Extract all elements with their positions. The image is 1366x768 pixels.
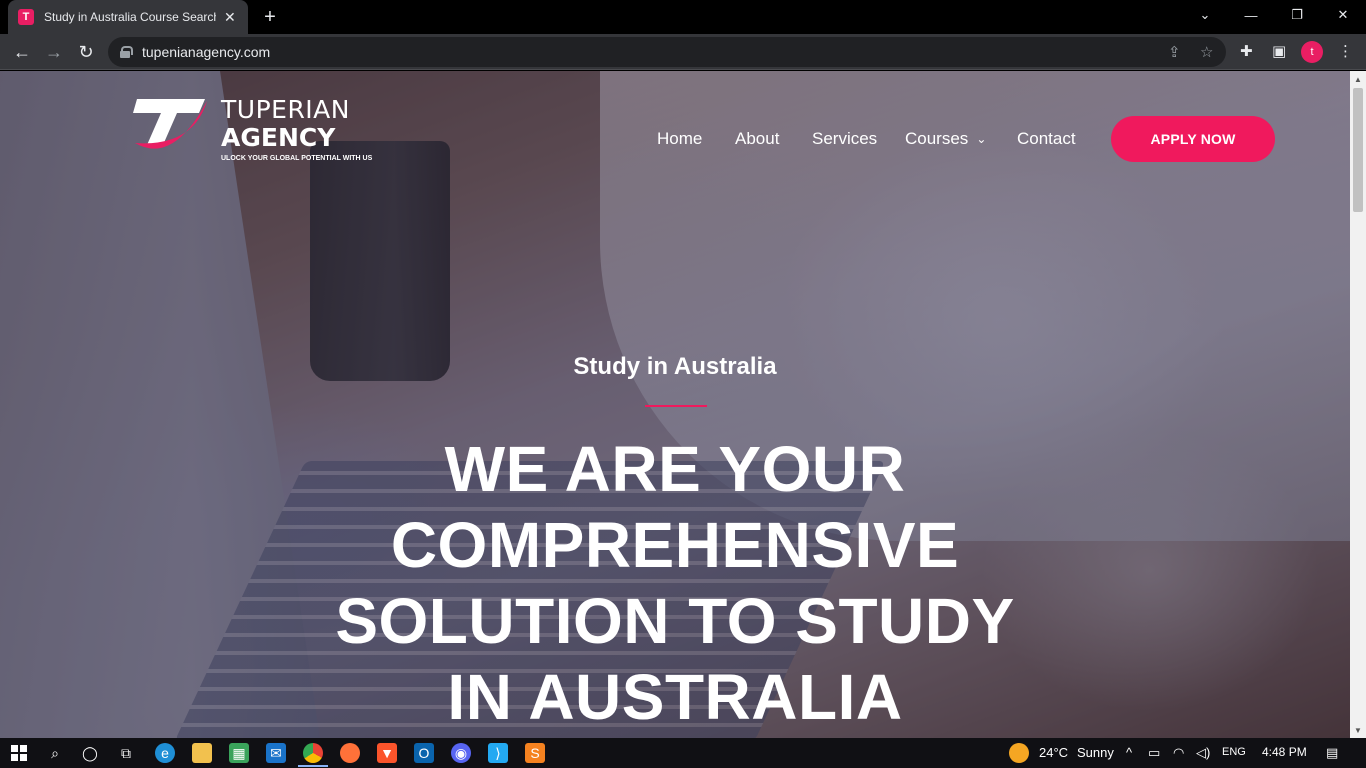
address-bar[interactable]: tupenianagency.com ⇪ ☆ (108, 37, 1226, 67)
chevron-down-icon[interactable]: ⌄ (976, 132, 986, 146)
tab-search-icon[interactable]: ⌄ (1182, 0, 1228, 30)
nav-contact-link[interactable]: Contact (1017, 129, 1076, 149)
weather-temperature[interactable]: 24°C (1039, 745, 1068, 760)
volume-icon[interactable]: ◁) (1196, 745, 1210, 761)
search-icon[interactable]: ⌕ (45, 743, 65, 763)
brave-browser-icon[interactable]: ▼ (377, 743, 397, 763)
tab-title: Study in Australia Course Search (44, 10, 216, 24)
url-text[interactable]: tupenianagency.com (142, 44, 270, 60)
share-icon[interactable]: ⇪ (1168, 43, 1181, 61)
side-panel-icon[interactable]: ▣ (1272, 42, 1286, 60)
scrollbar-thumb[interactable] (1353, 88, 1363, 212)
hero-headline-line2: COMPREHENSIVE (390, 509, 960, 581)
menu-kebab-icon[interactable]: ⋮ (1338, 42, 1353, 60)
nav-contact[interactable]: Contact (1017, 129, 1076, 149)
mail-icon[interactable]: ✉ (266, 743, 286, 763)
nav-about-link[interactable]: About (735, 129, 779, 149)
chrome-active-indicator (298, 765, 328, 767)
nav-about[interactable]: About (735, 129, 779, 149)
page-scrollbar[interactable]: ▲ ▼ (1350, 71, 1366, 738)
logo-name-line1: TUPERIAN (221, 95, 350, 124)
nav-courses[interactable]: Courses ⌄ (905, 129, 986, 149)
windows-taskbar: ⌕ ◯ ⧉ e ▦ ✉ ▼ O ◉ ⟩ S 24°C Sunny ^ ▭ ◠ ◁… (0, 738, 1366, 768)
hero-headline-line4: IN AUSTRALIA (447, 661, 903, 733)
logo-mark-icon (133, 99, 207, 149)
hero-headline-line3: SOLUTION TO STUDY (335, 585, 1015, 657)
weather-sun-icon[interactable] (1009, 743, 1029, 763)
vscode-icon[interactable]: ⟩ (488, 743, 508, 763)
firefox-icon[interactable] (340, 743, 360, 763)
scroll-down-arrow-icon[interactable]: ▼ (1350, 722, 1366, 738)
sublime-text-icon[interactable]: S (525, 743, 545, 763)
edge-browser-icon[interactable]: e (155, 743, 175, 763)
hero-headline-line1: WE ARE YOUR (444, 433, 906, 505)
battery-icon[interactable]: ▭ (1148, 745, 1160, 761)
site-logo[interactable]: TUPERIAN AGENCY ULOCK YOUR GLOBAL POTENT… (133, 95, 373, 165)
nav-home-link[interactable]: Home (657, 129, 702, 149)
weather-condition[interactable]: Sunny (1077, 745, 1114, 760)
file-explorer-icon[interactable] (192, 743, 212, 763)
chrome-icon[interactable] (303, 743, 323, 763)
notification-center-icon[interactable]: ▤ (1326, 745, 1338, 761)
microsoft-store-icon[interactable]: ▦ (229, 743, 249, 763)
language-indicator[interactable]: ENG (1222, 746, 1246, 758)
hero-subtitle: Study in Australia (573, 353, 777, 380)
browser-tab-bar: T Study in Australia Course Search ✕ + ⌄… (0, 0, 1366, 34)
logo-name-line2: AGENCY (221, 123, 336, 152)
back-button[interactable]: ← (8, 38, 36, 66)
profile-avatar[interactable]: t (1301, 41, 1323, 63)
hero-divider (645, 405, 707, 407)
minimize-button[interactable]: — (1228, 0, 1274, 30)
discord-icon[interactable]: ◉ (451, 743, 471, 763)
hero-section: TUPERIAN AGENCY ULOCK YOUR GLOBAL POTENT… (0, 71, 1350, 738)
browser-toolbar: ← → ↻ tupenianagency.com ⇪ ☆ ✚ ▣ t ⋮ (0, 34, 1366, 70)
scroll-up-arrow-icon[interactable]: ▲ (1350, 71, 1366, 87)
forward-button[interactable]: → (40, 38, 68, 66)
new-tab-button[interactable]: + (258, 5, 282, 29)
apply-now-button[interactable]: APPLY NOW (1111, 116, 1275, 162)
nav-home[interactable]: Home (657, 129, 702, 149)
outlook-icon[interactable]: O (414, 743, 434, 763)
task-view-icon[interactable]: ⧉ (116, 743, 136, 763)
nav-courses-link[interactable]: Courses (905, 129, 968, 149)
logo-tagline: ULOCK YOUR GLOBAL POTENTIAL WITH US (221, 155, 373, 162)
tab-favicon: T (18, 9, 34, 25)
hero-headline: WE ARE YOUR COMPREHENSIVE SOLUTION TO ST… (0, 431, 1350, 735)
lock-icon[interactable] (120, 46, 133, 58)
clock-time[interactable]: 4:48 PM (1262, 745, 1307, 759)
extensions-icon[interactable]: ✚ (1240, 42, 1253, 60)
nav-services-link[interactable]: Services (812, 129, 877, 149)
tray-chevron-up-icon[interactable]: ^ (1126, 745, 1132, 760)
wifi-icon[interactable]: ◠ (1173, 745, 1184, 761)
cortana-icon[interactable]: ◯ (80, 743, 100, 763)
bookmark-star-icon[interactable]: ☆ (1200, 43, 1213, 61)
windows-start-icon[interactable] (9, 743, 29, 763)
browser-tab[interactable]: T Study in Australia Course Search ✕ (8, 0, 248, 34)
restore-button[interactable]: ❐ (1274, 0, 1320, 30)
reload-button[interactable]: ↻ (72, 38, 100, 66)
nav-services[interactable]: Services (812, 129, 877, 149)
close-tab-icon[interactable]: ✕ (224, 9, 236, 26)
close-window-button[interactable]: ✕ (1320, 0, 1366, 30)
